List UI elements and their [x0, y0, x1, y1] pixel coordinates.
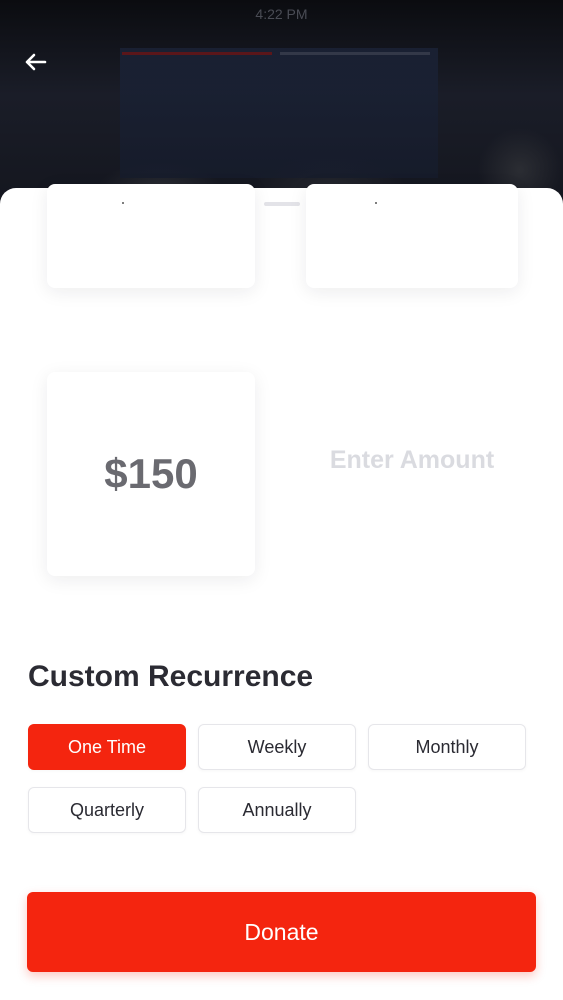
recurrence-option-quarterly[interactable]: Quarterly: [28, 787, 186, 833]
amount-card-top-right[interactable]: [306, 184, 518, 288]
amount-card-selected[interactable]: $150: [47, 372, 255, 576]
recurrence-option-weekly[interactable]: Weekly: [198, 724, 356, 770]
recurrence-option-monthly[interactable]: Monthly: [368, 724, 526, 770]
header-background-image: [0, 0, 563, 210]
donate-button[interactable]: Donate: [27, 892, 536, 972]
status-bar-time: 4:22 PM: [255, 6, 308, 22]
amount-value: $150: [104, 450, 198, 497]
sheet-drag-handle[interactable]: [264, 202, 300, 206]
background-progress-red: [122, 52, 272, 55]
amount-card-top-left[interactable]: [47, 184, 255, 288]
enter-amount-input[interactable]: Enter Amount: [306, 442, 518, 478]
background-progress-grey: [280, 52, 430, 55]
back-button[interactable]: [22, 48, 50, 76]
donation-sheet: $150 Enter Amount Custom Recurrence One …: [0, 184, 563, 1000]
arrow-left-icon: [25, 53, 47, 71]
section-title-recurrence: Custom Recurrence: [28, 660, 314, 693]
recurrence-option-annually[interactable]: Annually: [198, 787, 356, 833]
background-screen: [120, 48, 438, 178]
recurrence-option-one-time[interactable]: One Time: [28, 724, 186, 770]
